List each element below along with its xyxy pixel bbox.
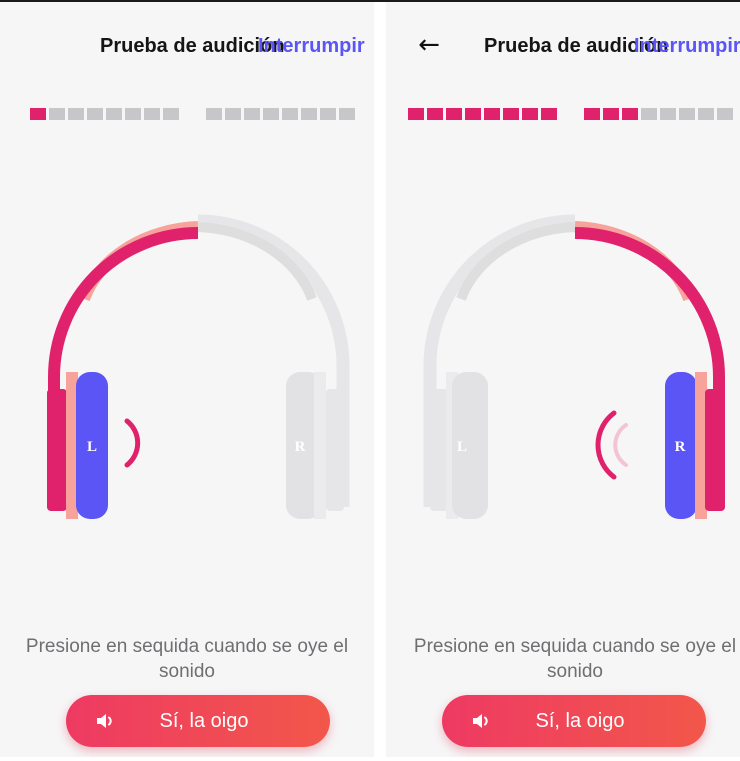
right-ear-label: R bbox=[295, 439, 306, 455]
progress-segment bbox=[87, 108, 103, 120]
speaker-icon bbox=[473, 714, 488, 728]
progress-group-1 bbox=[408, 108, 557, 120]
progress-segment bbox=[541, 108, 557, 120]
progress-segment bbox=[522, 108, 538, 120]
left-ear-label: L bbox=[87, 439, 97, 455]
headband-right-cushion bbox=[197, 222, 317, 301]
progress-segment bbox=[106, 108, 122, 120]
progress-segment bbox=[225, 108, 241, 120]
progress-segment bbox=[503, 108, 519, 120]
interrupt-button[interactable]: Interrumpir bbox=[634, 35, 740, 58]
yes-button-label: Sí, la oigo bbox=[535, 709, 625, 732]
progress-segment bbox=[484, 108, 500, 120]
progress-segment bbox=[49, 108, 65, 120]
yes-i-hear-it-button[interactable]: Sí, la oigo bbox=[66, 695, 330, 747]
progress-group-2 bbox=[206, 108, 355, 120]
yes-button-label: Sí, la oigo bbox=[159, 709, 249, 732]
progress-segment bbox=[144, 108, 160, 120]
progress-segment bbox=[282, 108, 298, 120]
progress-segment bbox=[125, 108, 141, 120]
progress-segment bbox=[603, 108, 619, 120]
progress-segment bbox=[584, 108, 600, 120]
headphones-illustration: L R bbox=[423, 214, 725, 519]
speaker-icon bbox=[97, 714, 112, 728]
arrow-left-icon[interactable]: ← bbox=[414, 30, 444, 60]
screen-left-ear-test: Prueba de audición Interrumpir L R Presi… bbox=[0, 2, 374, 757]
progress-segment bbox=[320, 108, 336, 120]
sound-wave-inner-icon bbox=[613, 423, 628, 467]
progress-segment bbox=[301, 108, 317, 120]
instruction-text: Presione en sequida cuando se oye el son… bbox=[25, 636, 349, 682]
progress-segment bbox=[446, 108, 462, 120]
progress-segment bbox=[30, 108, 46, 120]
progress-segment bbox=[641, 108, 657, 120]
progress-segment bbox=[622, 108, 638, 120]
instruction-text: Presione en sequida cuando se oye el son… bbox=[413, 636, 737, 682]
progress-segment bbox=[263, 108, 279, 120]
left-ear-label: L bbox=[457, 439, 467, 455]
progress-segment bbox=[244, 108, 260, 120]
headband-left-cushion bbox=[456, 222, 576, 301]
right-cup-outer bbox=[705, 389, 725, 511]
left-cup-outer bbox=[430, 389, 448, 511]
right-cup-pad bbox=[314, 372, 326, 519]
right-ear-label: R bbox=[675, 439, 686, 455]
interrupt-button[interactable]: Interrumpir bbox=[258, 35, 365, 58]
progress-group-2 bbox=[584, 108, 733, 120]
yes-i-hear-it-button[interactable]: Sí, la oigo bbox=[442, 695, 706, 747]
screen-right-ear-test: ← Prueba de audición Interrumpir L R Pre… bbox=[386, 2, 740, 757]
progress-segment bbox=[206, 108, 222, 120]
headphones-illustration: L R bbox=[47, 214, 350, 519]
progress-group-1 bbox=[30, 108, 179, 120]
progress-segment bbox=[679, 108, 695, 120]
page-title: Prueba de audición bbox=[100, 35, 285, 57]
sound-wave-icon bbox=[124, 418, 141, 468]
progress-segment bbox=[339, 108, 355, 120]
progress-segment bbox=[698, 108, 714, 120]
progress-segment bbox=[465, 108, 481, 120]
progress-segment bbox=[717, 108, 733, 120]
sound-wave-outer-icon bbox=[595, 410, 617, 480]
progress-segment bbox=[408, 108, 424, 120]
progress-segment bbox=[163, 108, 179, 120]
progress-segment bbox=[68, 108, 84, 120]
progress-segment bbox=[660, 108, 676, 120]
right-cup-outer bbox=[326, 389, 344, 511]
left-cup-outer bbox=[47, 389, 67, 511]
progress-segment bbox=[427, 108, 443, 120]
